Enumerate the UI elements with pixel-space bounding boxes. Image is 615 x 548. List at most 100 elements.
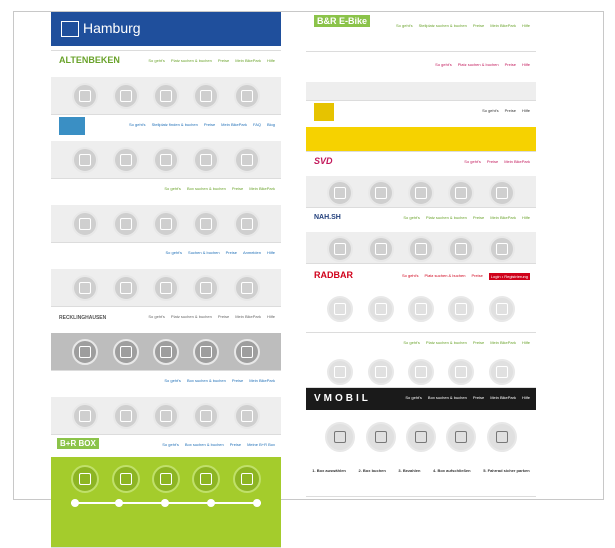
- nav-item[interactable]: So geht's: [164, 186, 181, 191]
- step-icon: [327, 359, 354, 385]
- nav-item[interactable]: Mein BikePark: [235, 58, 261, 63]
- step-icon: [72, 83, 99, 109]
- tile-logo: NAH.SH: [314, 214, 341, 221]
- nav-item[interactable]: Hilfe: [267, 314, 275, 319]
- nav-item[interactable]: Mein BikePark: [490, 340, 516, 345]
- nav-item[interactable]: Hilfe: [522, 62, 530, 67]
- tile-generic-3[interactable]: So geht's Box suchen & buchen Preise Mei…: [51, 371, 281, 435]
- nav-item[interactable]: Preise: [473, 215, 484, 220]
- nav-item[interactable]: So geht's: [148, 314, 165, 319]
- nav-item[interactable]: Preise: [505, 108, 516, 113]
- nav-item[interactable]: So geht's: [165, 250, 182, 255]
- nav-item[interactable]: Stellplatz suchen & buchen: [419, 23, 467, 28]
- tile-generic-1[interactable]: So geht's Box suchen & buchen Preise Mei…: [51, 179, 281, 243]
- nav-item[interactable]: Blog: [267, 122, 275, 127]
- nav-item[interactable]: Preise: [204, 122, 215, 127]
- step-icons: [51, 211, 281, 237]
- nav-item[interactable]: Box suchen & buchen: [187, 378, 226, 383]
- nav-item[interactable]: Preise: [471, 273, 482, 280]
- nav-item[interactable]: Preise: [232, 378, 243, 383]
- step-icon: [152, 211, 179, 237]
- nav-item[interactable]: Box suchen & buchen: [428, 395, 467, 400]
- nav-item[interactable]: Mein BikePark: [249, 186, 275, 191]
- nav-item[interactable]: Preise: [487, 159, 498, 164]
- nav-item[interactable]: Platz suchen & buchen: [171, 58, 212, 63]
- nav-item[interactable]: Hilfe: [522, 340, 530, 345]
- nav-item[interactable]: Platz suchen & buchen: [426, 340, 467, 345]
- nav-item[interactable]: So geht's: [403, 340, 420, 345]
- nav-item[interactable]: Anmelden: [243, 250, 261, 255]
- nav-item[interactable]: Preise: [473, 23, 484, 28]
- nav-item[interactable]: FAQ: [253, 122, 261, 127]
- tile-hamburg[interactable]: Hamburg: [51, 12, 281, 51]
- nav-item[interactable]: So geht's: [403, 215, 420, 220]
- nav-item[interactable]: Platz suchen & buchen: [458, 62, 499, 67]
- nav-item[interactable]: So geht's: [148, 58, 165, 63]
- nav-item[interactable]: Preise: [232, 186, 243, 191]
- tile-radbar[interactable]: RADBAR So geht's Platz suchen & buchen P…: [306, 264, 536, 333]
- nav-item[interactable]: Hilfe: [522, 215, 530, 220]
- tile-vmobil[interactable]: VMOBIL So geht's Box suchen & buchen Pre…: [306, 388, 536, 497]
- nav-item[interactable]: Mein BikePark: [249, 378, 275, 383]
- tile-yellow[interactable]: So geht's Preise Hilfe: [306, 101, 536, 152]
- nav-item[interactable]: Mein BikePark: [490, 215, 516, 220]
- nav-item[interactable]: Preise: [505, 62, 516, 67]
- nav-item[interactable]: Preise: [226, 250, 237, 255]
- login-button[interactable]: Login • Registrierung: [488, 273, 530, 280]
- nav-item[interactable]: Mein BikePark: [490, 395, 516, 400]
- tile-recklinghausen[interactable]: RECKLINGHAUSEN So geht's Platz suchen & …: [51, 307, 281, 371]
- nav-item[interactable]: Box suchen & buchen: [185, 442, 224, 447]
- nav-item[interactable]: Hilfe: [267, 58, 275, 63]
- nav-item[interactable]: So geht's: [129, 122, 146, 127]
- step-icons: [306, 236, 536, 262]
- tile-svd[interactable]: SVD So geht's Preise Mein BikePark: [306, 152, 536, 208]
- tile-nav: So geht's Preise Hilfe: [482, 108, 530, 113]
- nav-item[interactable]: Hilfe: [522, 108, 530, 113]
- nav-item[interactable]: Suchen & buchen: [188, 250, 220, 255]
- nav-item[interactable]: So geht's: [482, 108, 499, 113]
- nav-item[interactable]: Mein BikePark: [235, 314, 261, 319]
- nav-item[interactable]: Preise: [473, 340, 484, 345]
- tile-altenbeken[interactable]: ALTENBEKEN So geht's Platz suchen & buch…: [51, 51, 281, 115]
- tile-generic-2[interactable]: So geht's Suchen & buchen Preise Anmelde…: [51, 243, 281, 307]
- nav-item[interactable]: Platz suchen & buchen: [171, 314, 212, 319]
- nav-item[interactable]: Platz suchen & buchen: [425, 273, 466, 280]
- nav-item[interactable]: Hilfe: [522, 23, 530, 28]
- nav-item[interactable]: So geht's: [162, 442, 179, 447]
- nav-item[interactable]: Hilfe: [267, 250, 275, 255]
- tile-nahsh[interactable]: NAH.SH So geht's Platz suchen & buchen P…: [306, 208, 536, 264]
- tile-generic-r2[interactable]: So geht's Platz suchen & buchen Preise M…: [306, 333, 536, 388]
- step-icon: [488, 359, 515, 385]
- step-icon: [488, 180, 515, 206]
- nav-item[interactable]: So geht's: [402, 273, 419, 280]
- nav-item[interactable]: So geht's: [164, 378, 181, 383]
- tile-br-box[interactable]: B+R BOX So geht's Box suchen & buchen Pr…: [51, 435, 281, 548]
- nav-item[interactable]: Hilfe: [522, 395, 530, 400]
- step-label: 5. Fahrrad sicher parken: [483, 468, 530, 473]
- tile-br-ebike[interactable]: B&R E-Bike So geht's Stellplatz suchen &…: [306, 13, 536, 52]
- step-label: 3. Bezahlen: [398, 468, 421, 473]
- tile-generic-r1[interactable]: So geht's Platz suchen & buchen Preise H…: [306, 52, 536, 101]
- nav-item[interactable]: Platz suchen & buchen: [426, 215, 467, 220]
- nav-item[interactable]: Box suchen & buchen: [187, 186, 226, 191]
- nav-item[interactable]: Mein BikePark: [490, 23, 516, 28]
- nav-item[interactable]: Preise: [473, 395, 484, 400]
- tile-bike-logo[interactable]: So geht's Stellplatz finden & buchen Pre…: [51, 115, 281, 179]
- nav-item[interactable]: Mein BikePark: [504, 159, 530, 164]
- nav-item[interactable]: Preise: [218, 58, 229, 63]
- nav-item[interactable]: Mein BikePark: [221, 122, 247, 127]
- br-box-logo: B+R BOX: [57, 438, 99, 449]
- nav-item[interactable]: Stellplatz finden & buchen: [152, 122, 198, 127]
- nav-item[interactable]: Preise: [218, 314, 229, 319]
- nav-item[interactable]: Meine B+R Box: [247, 442, 275, 447]
- tile-nav: So geht's Box suchen & buchen Preise Mei…: [164, 378, 275, 383]
- nav-item[interactable]: So geht's: [405, 395, 422, 400]
- nav-item[interactable]: So geht's: [396, 23, 413, 28]
- nav-item[interactable]: So geht's: [464, 159, 481, 164]
- step-icon: [112, 403, 139, 429]
- tile-body: [306, 82, 536, 100]
- nav-item[interactable]: So geht's: [435, 62, 452, 67]
- nav-item[interactable]: Preise: [230, 442, 241, 447]
- bike-logo-icon: [59, 117, 85, 135]
- step-icons: [306, 296, 536, 322]
